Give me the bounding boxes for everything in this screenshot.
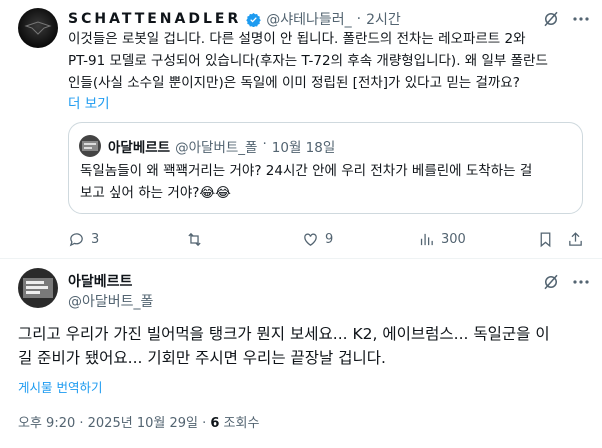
handle[interactable]: @샤테나들러_: [266, 9, 351, 29]
author-name[interactable]: SCHATTENADLER: [68, 11, 241, 27]
more-icon[interactable]: [572, 274, 590, 290]
text-line: 이것들은 로봇일 겁니다. 다른 설명이 안 됩니다. 폴란드의 전차는 레오파…: [68, 31, 526, 47]
quote-text: 독일놈들이 왜 꽥꽥거리는 거야? 24시간 안에 우리 전차가 베를린에 도착…: [80, 160, 578, 204]
views-button[interactable]: 300: [418, 231, 466, 248]
separator: ·: [262, 136, 267, 152]
eagle-logo-icon: [24, 21, 52, 35]
repost-icon: [188, 232, 201, 247]
text-line: 독일놈들이 왜 꽥꽥거리는 거야? 24시간 안에 우리 전차가 베를린에 도착…: [80, 163, 533, 179]
post-timestamp[interactable]: 오후 9:20 · 2025년 10월 29일 ·: [18, 416, 210, 431]
text-line: 길 준비가 됐어요... 기회만 주시면 우리는 끝장날 겁니다.: [18, 349, 386, 367]
post-time[interactable]: 2시간: [366, 9, 401, 29]
share-button[interactable]: [567, 231, 584, 248]
reply-count: 3: [91, 232, 100, 247]
text-line: 그리고 우리가 가진 빌어먹을 탱크가 뭔지 보세요... K2, 에이브럼스.…: [18, 325, 550, 343]
grok-slash-icon[interactable]: [542, 273, 560, 291]
separator: ·: [356, 11, 362, 27]
post-meta: 오후 9:20 · 2025년 10월 29일 · 6 조회수: [18, 412, 259, 431]
views-label: 조회수: [219, 416, 260, 431]
grok-slash-icon[interactable]: [542, 10, 560, 28]
quote-handle: @아달버트_폴: [175, 140, 258, 156]
avatar-adalbert[interactable]: [18, 268, 58, 308]
text-line: 인들(사실 소수일 뿐이지만)은 독일에 이미 정립된 [전차]가 있다고 믿는…: [68, 75, 520, 91]
more-icon[interactable]: [572, 11, 590, 27]
text-line: PT-91 모델로 구성되어 있습니다(후자는 T-72의 후속 개량형입니다)…: [68, 53, 548, 69]
views-count: 300: [441, 232, 466, 247]
top-post-header: SCHATTENADLER @샤테나들러_ · 2시간: [68, 9, 401, 29]
quote-author: 아달베르트: [108, 140, 171, 156]
verified-icon: [246, 12, 261, 27]
post-divider: [0, 258, 602, 259]
main-author-name[interactable]: 아달베르트: [68, 271, 132, 291]
quote-avatar: [79, 135, 101, 157]
translate-post-link[interactable]: 게시물 번역하기: [18, 377, 102, 396]
main-post-text: 그리고 우리가 가진 빌어먹을 탱크가 뭔지 보세요... K2, 에이브럼스.…: [18, 322, 593, 370]
quote-time: 10월 18일: [271, 140, 336, 156]
reply-button[interactable]: 3: [68, 231, 99, 248]
show-more-link[interactable]: 더 보기: [68, 92, 110, 112]
quote-header: 아달베르트 @아달버트_폴 · 10월 18일: [108, 136, 335, 156]
main-handle[interactable]: @아달버트_폴: [68, 291, 153, 311]
reply-icon: [69, 233, 83, 247]
avatar-schattenadler[interactable]: [18, 8, 58, 48]
like-count: 9: [325, 232, 334, 247]
like-button[interactable]: 9: [302, 231, 333, 248]
bookmark-button[interactable]: [537, 231, 554, 248]
text-line: 보고 싶어 하는 거야?😂😂: [80, 185, 231, 201]
top-post-text: 이것들은 로봇일 겁니다. 다른 설명이 안 됩니다. 폴란드의 전차는 레오파…: [68, 28, 588, 94]
bookmark-icon: [540, 232, 551, 248]
like-icon: [304, 233, 317, 246]
share-icon: [569, 232, 582, 246]
views-icon: [420, 233, 433, 246]
repost-button[interactable]: [186, 231, 209, 248]
